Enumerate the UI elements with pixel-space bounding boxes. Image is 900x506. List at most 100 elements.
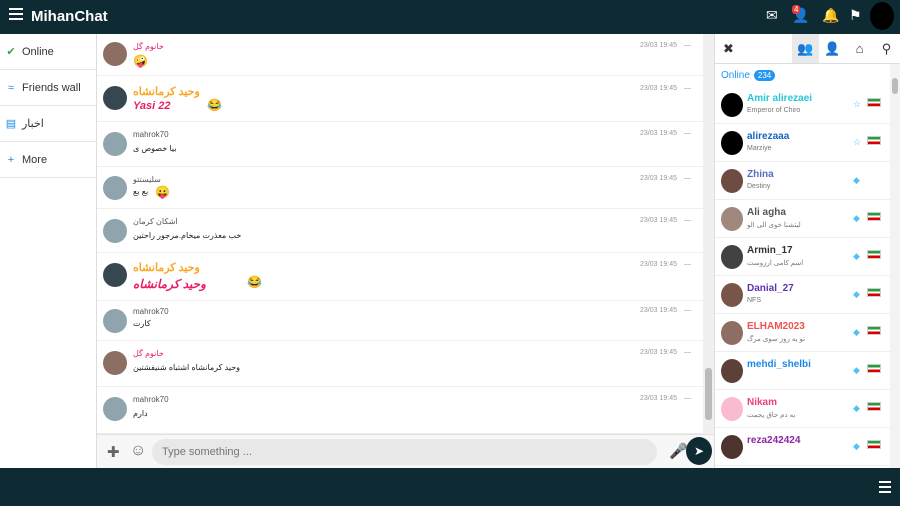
message-options-icon[interactable]: — [684, 395, 691, 402]
user-mood: Marziye [747, 145, 772, 152]
message-author[interactable]: اشکان کرمان [133, 217, 178, 226]
news-icon: ▤ [5, 118, 17, 130]
chat-log: خانوم گل 🤪 23/03 19:45 — وحید کرمانشاه Y… [97, 34, 703, 434]
nav-online[interactable]: ✔ Online [0, 34, 96, 70]
user-row[interactable]: alirezaaa Marziye ☆ [715, 124, 900, 162]
message-options-icon[interactable]: — [684, 85, 691, 92]
user-avatar[interactable] [721, 321, 743, 345]
emoji-picker-icon[interactable]: ☺ [130, 442, 146, 460]
message-author[interactable]: وحید کرمانشاه [133, 261, 200, 274]
menu-icon[interactable] [9, 8, 23, 22]
scrollbar-thumb[interactable] [705, 368, 712, 420]
message-text: Yasi 22 [133, 100, 171, 112]
user-avatar[interactable] [721, 131, 743, 155]
send-button[interactable]: ➤ [686, 437, 712, 465]
chat-message: وحید کرمانشاه Yasi 22 😂 23/03 19:45 — [97, 76, 703, 122]
attach-plus-icon[interactable]: ✚ [107, 443, 120, 461]
message-author[interactable]: خانوم گل [133, 349, 164, 358]
message-avatar[interactable] [103, 263, 127, 287]
message-composer: ✚ ☺ 🎤 ➤ [97, 434, 714, 468]
message-avatar[interactable] [103, 397, 127, 421]
nav-friends-wall[interactable]: ≈ Friends wall [0, 70, 96, 106]
user-avatar[interactable] [870, 2, 894, 30]
message-author[interactable]: سلیستتو [133, 175, 161, 184]
nav-news[interactable]: ▤ اخبار [0, 106, 96, 142]
message-options-icon[interactable]: — [684, 217, 691, 224]
message-author[interactable]: mahrok70 [133, 130, 169, 139]
user-mood: تو یه روز سوی مرگ [747, 336, 806, 343]
message-options-icon[interactable]: — [684, 261, 691, 268]
flag-iran-icon [867, 250, 881, 259]
user-name: Nikam [747, 397, 778, 408]
chat-message: خانوم گل وحید کرمانشاه اشتباه شنیفشتین 2… [97, 341, 703, 387]
user-avatar[interactable] [721, 207, 743, 231]
chat-scrollbar[interactable] [703, 34, 714, 434]
user-avatar[interactable] [721, 435, 743, 459]
message-options-icon[interactable]: — [684, 175, 691, 182]
user-name: Ali agha [747, 207, 786, 218]
flag-icon[interactable]: ⚑ [849, 7, 862, 24]
user-row[interactable]: Amir alirezaei Emperor of Chiro ☆ [715, 86, 900, 124]
user-name: Armin_17 [747, 245, 793, 256]
user-row[interactable]: Danial_27 NFS ◆ [715, 276, 900, 314]
user-row[interactable]: Zhina Destiny ◆ [715, 162, 900, 200]
message-time: 23/03 19:45 [640, 395, 677, 402]
menu-icon[interactable] [879, 481, 891, 496]
user-mood: به دم جاق یجمت [747, 412, 796, 419]
message-input[interactable] [152, 439, 657, 465]
message-options-icon[interactable]: — [684, 349, 691, 356]
bell-icon[interactable]: 🔔 [822, 7, 839, 24]
online-count-badge: 234 [753, 69, 776, 81]
user-name: Amir alirezaei [747, 93, 813, 104]
flag-iran-icon [867, 212, 881, 221]
message-options-icon[interactable]: — [684, 307, 691, 314]
user-avatar[interactable] [721, 169, 743, 193]
microphone-icon[interactable]: 🎤 [669, 442, 688, 460]
message-avatar[interactable] [103, 219, 127, 243]
user-avatar[interactable] [721, 245, 743, 269]
search-icon[interactable]: ⚲ [873, 34, 900, 63]
chat-message: اشکان کرمان خب معذرت میخام.مرجور راحتین … [97, 209, 703, 253]
message-options-icon[interactable]: — [684, 42, 691, 49]
user-row[interactable]: mehdi_shelbi ◆ [715, 352, 900, 390]
user-row[interactable]: reza242424 ◆ [715, 428, 900, 466]
message-author[interactable]: خانوم گل [133, 42, 164, 51]
rank-icon: ◆ [853, 175, 860, 185]
message-author[interactable]: وحید کرمانشاه [133, 85, 200, 98]
scrollbar-thumb[interactable] [892, 78, 898, 94]
close-icon[interactable]: ✖ [715, 34, 742, 63]
message-author[interactable]: mahrok70 [133, 395, 169, 404]
user-avatar[interactable] [721, 397, 743, 421]
message-avatar[interactable] [103, 351, 127, 375]
message-author[interactable]: mahrok70 [133, 307, 169, 316]
user-row[interactable]: Armin_17 اسم کامی ارزوست ◆ [715, 238, 900, 276]
nav-more[interactable]: + More [0, 142, 96, 178]
home-icon[interactable]: ⌂ [846, 34, 873, 63]
emoji-icon: 😂 [207, 98, 222, 112]
user-row[interactable]: ELHAM2023 تو یه روز سوی مرگ ◆ [715, 314, 900, 352]
user-row[interactable]: Nikam به دم جاق یجمت ◆ [715, 390, 900, 428]
message-avatar[interactable] [103, 42, 127, 66]
users-icon[interactable]: 👥 [792, 34, 819, 63]
mail-icon[interactable]: ✉ [766, 7, 778, 24]
message-time: 23/03 19:45 [640, 42, 677, 49]
user-avatar[interactable] [721, 359, 743, 383]
rank-icon: ☆ [853, 99, 862, 109]
send-icon: ➤ [693, 444, 705, 458]
add-friend-icon[interactable]: 👤 [819, 34, 846, 63]
bottom-bar [0, 468, 900, 506]
flag-iran-icon [867, 402, 881, 411]
message-avatar[interactable] [103, 132, 127, 156]
message-text: کارت [133, 319, 151, 328]
flag-iran-icon [867, 98, 881, 107]
message-avatar[interactable] [103, 176, 127, 200]
chat-message: سلیستتو بع بع 😛 23/03 19:45 — [97, 167, 703, 209]
user-avatar[interactable] [721, 93, 743, 117]
message-avatar[interactable] [103, 309, 127, 333]
message-avatar[interactable] [103, 86, 127, 110]
user-avatar[interactable] [721, 283, 743, 307]
user-list-scrollbar[interactable] [890, 64, 900, 468]
plus-icon: + [7, 153, 15, 166]
user-row[interactable]: Ali agha لیتشنا خوی الی الو ◆ [715, 200, 900, 238]
message-options-icon[interactable]: — [684, 130, 691, 137]
